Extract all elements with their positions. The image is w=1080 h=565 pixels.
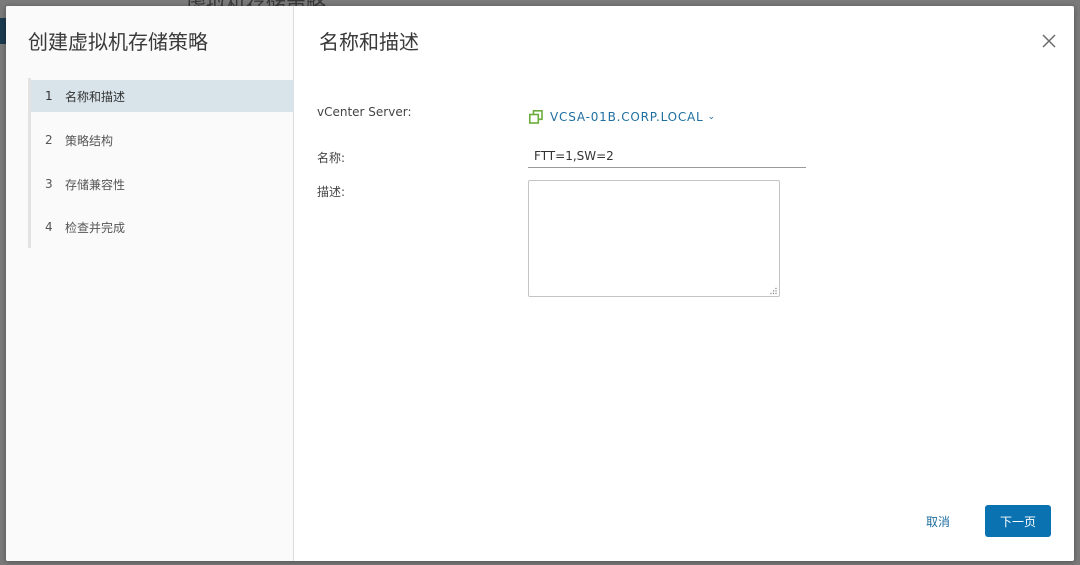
wizard-sidebar: 创建虚拟机存储策略 1 名称和描述 2 策略结构 3 存储兼容性 4 检查并完成 [6, 6, 294, 561]
page-title: 名称和描述 [319, 30, 419, 54]
cancel-button[interactable]: 取消 [908, 506, 968, 536]
wizard-step-name-and-description[interactable]: 1 名称和描述 [31, 80, 294, 112]
vcenter-server-dropdown[interactable]: VCSA-01B.CORP.LOCAL ⌄ [529, 110, 716, 124]
step-label: 名称和描述 [65, 89, 126, 104]
close-icon[interactable] [1039, 31, 1059, 51]
vcenter-server-label: vCenter Server: [317, 105, 412, 119]
next-button[interactable]: 下一页 [985, 505, 1051, 537]
description-textarea[interactable] [528, 180, 780, 297]
step-label: 存储兼容性 [65, 177, 126, 192]
name-label: 名称: [317, 151, 346, 165]
name-input[interactable] [528, 145, 806, 168]
description-label: 描述: [317, 185, 346, 199]
step-number: 3 [45, 177, 53, 191]
wizard-title: 创建虚拟机存储策略 [28, 30, 208, 54]
chevron-down-icon: ⌄ [707, 112, 716, 122]
wizard-step-review-and-finish[interactable]: 4 检查并完成 [31, 211, 294, 243]
vcenter-server-icon [529, 110, 543, 124]
wizard-steps: 1 名称和描述 2 策略结构 3 存储兼容性 4 检查并完成 [28, 78, 294, 248]
step-label: 策略结构 [65, 133, 114, 148]
step-number: 4 [45, 220, 53, 234]
wizard-step-storage-compatibility[interactable]: 3 存储兼容性 [31, 168, 294, 200]
step-number: 2 [45, 133, 53, 147]
vcenter-server-value: VCSA-01B.CORP.LOCAL [550, 110, 704, 124]
wizard-step-policy-structure[interactable]: 2 策略结构 [31, 124, 294, 156]
resize-grip-icon[interactable] [769, 287, 777, 295]
step-number: 1 [45, 89, 53, 103]
create-storage-policy-dialog: 创建虚拟机存储策略 1 名称和描述 2 策略结构 3 存储兼容性 4 检查并完成… [6, 6, 1074, 561]
step-label: 检查并完成 [65, 220, 126, 235]
